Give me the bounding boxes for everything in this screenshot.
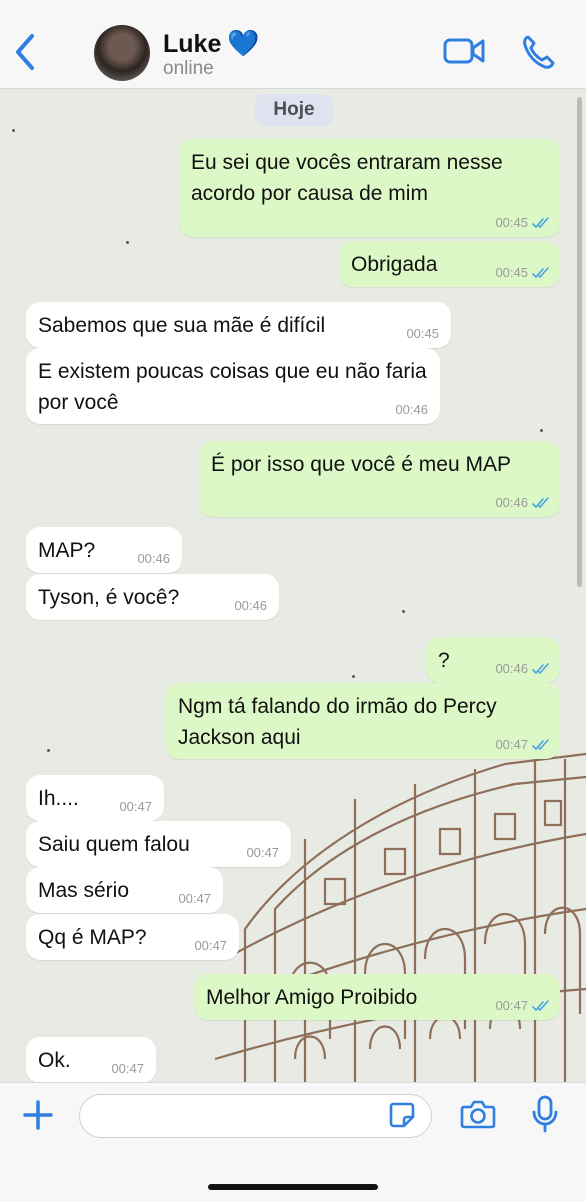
day-divider: Hoje	[255, 94, 333, 126]
wallpaper-dot	[352, 675, 355, 678]
message-timestamp: 00:45	[406, 326, 439, 341]
wallpaper-dot	[12, 129, 15, 132]
contact-name-text: Luke	[163, 30, 222, 58]
message-timestamp: 00:47	[194, 938, 227, 953]
composer-bar	[0, 1082, 586, 1201]
heart-emoji: 💙	[227, 28, 260, 58]
message-text: Obrigada	[351, 253, 438, 276]
message-input[interactable]	[79, 1094, 432, 1138]
message-text: ?	[438, 649, 450, 672]
plus-icon[interactable]	[22, 1099, 54, 1131]
message-time: 00:45	[495, 216, 550, 229]
outgoing-message[interactable]: É por isso que você é meu MAP 00:46	[199, 441, 560, 517]
message-text: E existem poucas coisas que eu não faria…	[38, 360, 427, 414]
read-ticks-icon	[532, 662, 549, 674]
camera-icon[interactable]	[460, 1098, 496, 1130]
read-ticks-icon	[532, 738, 549, 750]
incoming-message[interactable]: Ih.... 00:47	[26, 775, 164, 821]
incoming-message[interactable]: E existem poucas coisas que eu não faria…	[26, 348, 440, 424]
message-time: 00:45	[495, 266, 550, 279]
message-timestamp: 00:47	[246, 845, 279, 860]
message-text: Saiu quem falou	[38, 833, 190, 856]
contact-status: online	[163, 58, 214, 79]
message-time: 00:46	[495, 496, 550, 509]
message-text: Ngm tá falando do irmão do Percy Jackson…	[178, 695, 497, 749]
message-time: 00:46	[234, 599, 267, 612]
message-text: Eu sei que vocês entraram nesse acordo p…	[191, 151, 503, 205]
message-timestamp: 00:47	[495, 998, 528, 1013]
message-timestamp: 00:47	[178, 891, 211, 906]
outgoing-message[interactable]: Melhor Amigo Proibido 00:47	[194, 974, 560, 1020]
message-time: 00:47	[178, 892, 211, 905]
incoming-message[interactable]: MAP? 00:46	[26, 527, 182, 573]
message-time: 00:47	[119, 800, 152, 813]
wallpaper-dot	[540, 429, 543, 432]
message-text: Melhor Amigo Proibido	[206, 986, 418, 1009]
video-call-icon[interactable]	[443, 36, 485, 66]
message-time: 00:45	[406, 327, 439, 340]
incoming-message[interactable]: Sabemos que sua mãe é difícil 00:45	[26, 302, 451, 348]
incoming-message[interactable]: Ok. 00:47	[26, 1037, 156, 1082]
message-timestamp: 00:45	[495, 265, 528, 280]
sticker-icon[interactable]	[388, 1101, 416, 1129]
message-text: Sabemos que sua mãe é difícil	[38, 314, 326, 337]
message-timestamp: 00:47	[111, 1061, 144, 1076]
message-timestamp: 00:47	[495, 737, 528, 752]
incoming-message[interactable]: Saiu quem falou 00:47	[26, 821, 291, 867]
microphone-icon[interactable]	[531, 1095, 559, 1133]
outgoing-message[interactable]: Ngm tá falando do irmão do Percy Jackson…	[166, 683, 560, 759]
read-ticks-icon	[532, 216, 549, 228]
wallpaper-dot	[126, 241, 129, 244]
message-text: MAP?	[38, 539, 96, 562]
outgoing-message[interactable]: Obrigada 00:45	[339, 241, 560, 287]
message-time: 00:47	[111, 1062, 144, 1075]
back-chevron-icon[interactable]	[10, 32, 40, 72]
chat-area[interactable]: Hoje Eu sei que vocês entraram nesse aco…	[0, 89, 586, 1082]
message-timestamp: 00:47	[119, 799, 152, 814]
message-time: 00:47	[495, 999, 550, 1012]
message-timestamp: 00:46	[234, 598, 267, 613]
message-text: Qq é MAP?	[38, 926, 147, 949]
outgoing-message[interactable]: ? 00:46	[426, 637, 560, 683]
message-time: 00:47	[194, 939, 227, 952]
message-timestamp: 00:46	[495, 661, 528, 676]
message-time: 00:46	[137, 552, 170, 565]
message-time: 00:47	[246, 846, 279, 859]
outgoing-message[interactable]: Eu sei que vocês entraram nesse acordo p…	[179, 139, 560, 237]
home-indicator	[208, 1184, 378, 1190]
incoming-message[interactable]: Mas sério 00:47	[26, 867, 223, 913]
message-time: 00:46	[495, 662, 550, 675]
message-timestamp: 00:46	[495, 495, 528, 510]
message-time: 00:46	[395, 403, 428, 416]
contact-name[interactable]: Luke 💙	[163, 28, 260, 59]
wallpaper-dot	[47, 749, 50, 752]
message-text: Ok.	[38, 1049, 71, 1072]
read-ticks-icon	[532, 999, 549, 1011]
scrollbar[interactable]	[577, 97, 582, 587]
message-timestamp: 00:46	[395, 402, 428, 417]
message-text: Tyson, é você?	[38, 586, 180, 609]
message-timestamp: 00:45	[495, 215, 528, 230]
incoming-message[interactable]: Qq é MAP? 00:47	[26, 914, 239, 960]
read-ticks-icon	[532, 266, 549, 278]
message-time: 00:47	[495, 738, 550, 751]
contact-avatar[interactable]	[94, 25, 150, 81]
wallpaper-dot	[402, 610, 405, 613]
message-timestamp: 00:46	[137, 551, 170, 566]
message-text: Ih....	[38, 787, 79, 810]
message-text: Mas sério	[38, 879, 130, 902]
chat-header: Luke 💙 online	[0, 0, 586, 89]
colosseum-wallpaper	[214, 752, 586, 1082]
message-text: É por isso que você é meu MAP	[211, 453, 511, 476]
read-ticks-icon	[532, 496, 549, 508]
incoming-message[interactable]: Tyson, é você? 00:46	[26, 574, 279, 620]
phone-icon[interactable]	[521, 34, 555, 70]
